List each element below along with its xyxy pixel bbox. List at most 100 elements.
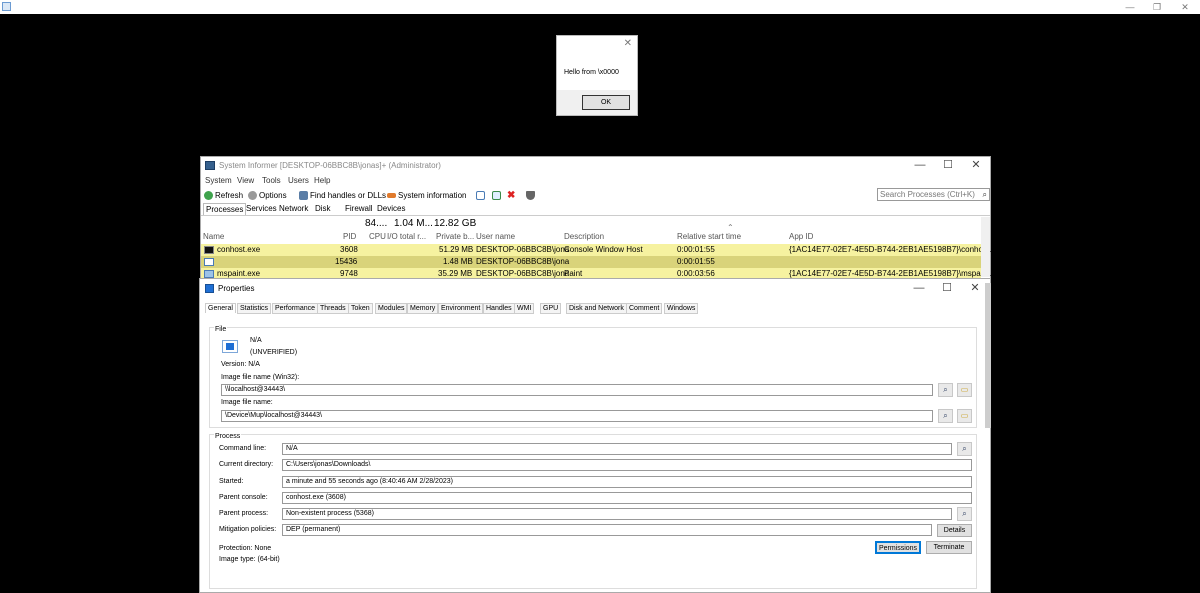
find-handles-button[interactable]: Find handles or DLLs	[299, 189, 386, 201]
message-box-close-button[interactable]: ✕	[624, 38, 632, 49]
win32-image-field[interactable]: \\localhost@34443\	[221, 384, 933, 396]
tab-token[interactable]: Token	[348, 303, 373, 314]
column-description[interactable]: Description	[564, 232, 604, 241]
menu-users[interactable]: Users	[288, 176, 309, 185]
process-start-time: 0:00:03:56	[677, 269, 715, 278]
column-user-name[interactable]: User name	[476, 232, 515, 241]
column-name[interactable]: Name	[203, 232, 224, 241]
menu-view[interactable]: View	[237, 176, 254, 185]
column-pid[interactable]: PID	[343, 232, 356, 241]
tab-general[interactable]: General	[205, 303, 236, 313]
column-private-bytes[interactable]: Private b...	[436, 232, 474, 241]
main-window-title: System Informer [DESKTOP-06BBC8B\jonas]+…	[219, 161, 441, 170]
host-restore-button[interactable]: ❐	[1147, 1, 1167, 13]
details-button[interactable]: Details	[937, 524, 972, 537]
tab-wmi[interactable]: WMI	[514, 303, 535, 314]
window-tool-button[interactable]	[476, 189, 485, 201]
tab-network[interactable]: Network	[277, 203, 310, 214]
mitigation-policies-field[interactable]: DEP (permanent)	[282, 524, 932, 536]
tab-disk[interactable]: Disk	[313, 203, 333, 214]
tab-performance[interactable]: Performance	[272, 303, 319, 314]
process-description: Console Window Host	[564, 245, 643, 254]
main-title-bar: System Informer [DESKTOP-06BBC8B\jonas]+…	[201, 157, 990, 174]
message-box-footer: OK	[557, 90, 637, 115]
properties-window: Properties — ☐ ✕ General Statistics Perf…	[199, 278, 991, 593]
search-online-icon[interactable]: ⌕	[938, 383, 953, 397]
mitigation-policies-label: Mitigation policies:	[219, 526, 277, 533]
tab-modules[interactable]: Modules	[375, 303, 408, 314]
main-close-button[interactable]: ✕	[962, 158, 990, 173]
process-group-label: Process	[214, 433, 242, 440]
system-informer-icon	[205, 161, 215, 170]
command-line-search-icon[interactable]: ⌕	[957, 442, 972, 456]
terminate-tool-button[interactable]: ✖	[507, 189, 515, 201]
properties-scrollbar[interactable]	[985, 283, 991, 428]
host-app-icon	[2, 2, 11, 11]
process-row-conhost[interactable]: conhost.exe 3608 51.29 MB DESKTOP-06BBC8…	[201, 244, 1004, 256]
tab-threads[interactable]: Threads	[317, 303, 349, 314]
search-processes-input[interactable]: Search Processes (Ctrl+K) ⌕	[877, 188, 990, 201]
tab-firewall[interactable]: Firewall	[343, 203, 375, 214]
find-handles-label: Find handles or DLLs	[310, 190, 387, 200]
tab-windows[interactable]: Windows	[664, 303, 699, 314]
current-directory-field[interactable]: C:\Users\jonas\Downloads\	[282, 459, 972, 471]
process-start-time: 0:00:01:55	[677, 245, 715, 254]
process-private-bytes: 51.29 MB	[439, 245, 474, 254]
host-title-bar: — ❐ ✕	[0, 0, 1200, 14]
open-folder-icon[interactable]: ▭	[957, 409, 972, 423]
process-list-scrollbar[interactable]	[981, 217, 990, 277]
file-group-label: File	[214, 326, 228, 333]
started-field[interactable]: a minute and 55 seconds ago (8:40:46 AM …	[282, 476, 972, 488]
tab-memory[interactable]: Memory	[407, 303, 439, 314]
parent-process-search-icon[interactable]: ⌕	[957, 507, 972, 521]
column-io-total[interactable]: I/O total r...	[387, 232, 426, 241]
search-icon[interactable]: ⌕	[983, 189, 987, 200]
parent-process-field[interactable]: Non-existent process (5368)	[282, 508, 952, 520]
column-app-id[interactable]: App ID	[789, 232, 813, 241]
host-close-button[interactable]: ✕	[1175, 1, 1195, 13]
search-online-icon[interactable]: ⌕	[938, 409, 953, 423]
tab-handles[interactable]: Handles	[483, 303, 515, 314]
menu-help[interactable]: Help	[314, 176, 330, 185]
tab-comment[interactable]: Comment	[626, 303, 663, 314]
parent-console-field[interactable]: conhost.exe (3608)	[282, 492, 972, 504]
main-minimize-button[interactable]: —	[906, 158, 934, 173]
system-information-button[interactable]: System information	[387, 189, 466, 201]
terminate-button[interactable]: Terminate	[926, 541, 972, 554]
main-maximize-button[interactable]: ☐	[934, 158, 962, 173]
image-file-name-field[interactable]: \Device\Mup\localhost@34443\	[221, 410, 933, 422]
permissions-button[interactable]: Permissions	[875, 541, 921, 554]
tab-services[interactable]: Services	[244, 203, 279, 214]
menu-tools[interactable]: Tools	[262, 176, 281, 185]
parent-process-label: Parent process:	[219, 510, 269, 517]
properties-minimize-button[interactable]: —	[905, 281, 933, 296]
process-name: mspaint.exe	[217, 269, 261, 278]
tab-environment[interactable]: Environment	[438, 303, 484, 314]
tab-processes[interactable]: Processes	[203, 203, 247, 215]
refresh-button[interactable]: Refresh	[204, 189, 243, 201]
tab-devices[interactable]: Devices	[375, 203, 407, 214]
system-information-label: System information	[398, 190, 467, 200]
column-relative-start-time[interactable]: Relative start time	[677, 232, 741, 241]
process-file-icon	[222, 340, 238, 353]
options-button[interactable]: Options	[248, 189, 287, 201]
host-minimize-button[interactable]: —	[1120, 1, 1140, 13]
window-icon	[476, 190, 485, 200]
tab-gpu[interactable]: GPU	[540, 303, 562, 314]
command-line-field[interactable]: N/A	[282, 443, 952, 455]
add-window-button[interactable]	[492, 189, 501, 201]
process-row-15436[interactable]: 15436 1.48 MB DESKTOP-06BBC8B\jona 0:00:…	[201, 256, 981, 268]
menu-system[interactable]: System	[205, 176, 232, 185]
tab-statistics[interactable]: Statistics	[237, 303, 272, 314]
column-cpu[interactable]: CPU	[369, 232, 386, 241]
started-label: Started:	[219, 478, 244, 485]
properties-maximize-button[interactable]: ☐	[933, 281, 961, 296]
shield-tool-button[interactable]	[526, 189, 535, 201]
command-line-label: Command line:	[219, 445, 267, 452]
file-name: N/A	[250, 337, 262, 344]
tab-disk-and-network[interactable]: Disk and Network	[566, 303, 627, 314]
add-window-icon	[492, 190, 501, 200]
message-box: ✕ Hello from \x0000 OK	[556, 35, 638, 116]
open-folder-icon[interactable]: ▭	[957, 383, 972, 397]
ok-button[interactable]: OK	[582, 95, 630, 110]
